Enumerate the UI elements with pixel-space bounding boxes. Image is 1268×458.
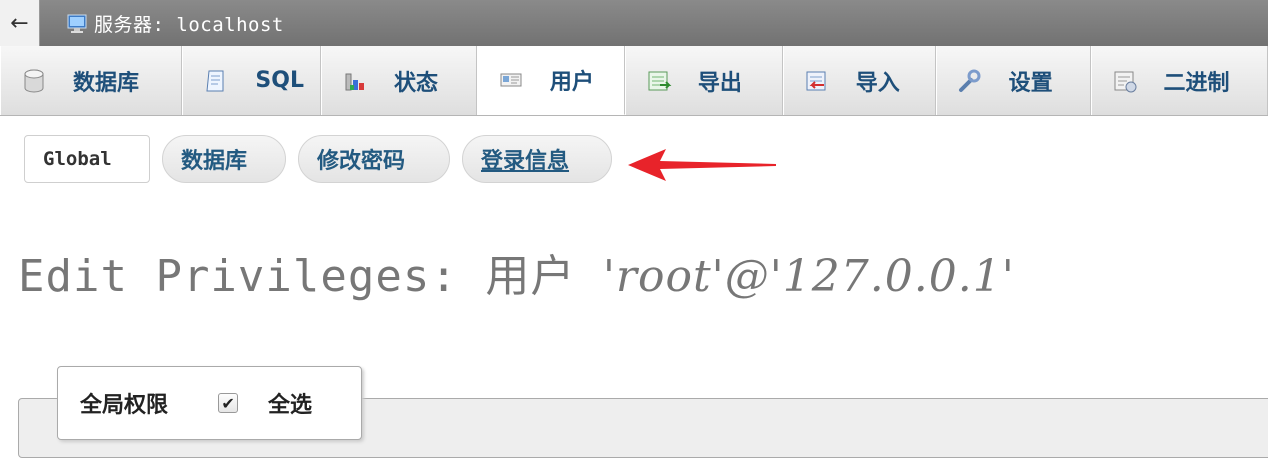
tab-status[interactable]: 状态	[320, 46, 477, 115]
tab-label: 导入	[855, 70, 900, 96]
page-title-prefix: Edit Privileges: 用户	[18, 251, 603, 302]
status-chart-icon	[345, 73, 364, 90]
database-icon	[24, 69, 44, 92]
tab-label: 状态	[393, 70, 438, 96]
tab-binary-log[interactable]: 二进制	[1090, 46, 1268, 115]
title-bar: ← 服务器: localhost	[0, 0, 1268, 46]
server-icon	[67, 14, 87, 33]
subtab-global[interactable]: Global	[24, 135, 150, 183]
tab-sql[interactable]: SQL	[182, 46, 321, 115]
window-title: 服务器: localhost	[94, 13, 284, 36]
users-icon	[500, 73, 522, 87]
check-all-label[interactable]: 全选	[268, 387, 312, 419]
tab-import[interactable]: 导入	[782, 46, 936, 115]
tab-settings[interactable]: 设置	[935, 46, 1091, 115]
red-arrow-icon	[628, 149, 776, 181]
tab-label: SQL	[255, 68, 304, 93]
subtab-change-password[interactable]: 修改密码	[298, 135, 450, 183]
check-all-checkbox[interactable]: ✔	[218, 393, 239, 413]
privilege-subtabs: Global 数据库 修改密码 登录信息	[24, 135, 612, 183]
tab-export[interactable]: 导出	[624, 46, 783, 115]
binlog-icon	[1114, 71, 1137, 92]
global-privileges-legend: 全局权限 ✔ 全选	[57, 366, 362, 440]
tab-label: 设置	[1008, 70, 1053, 96]
back-arrow-icon[interactable]: ←	[0, 0, 40, 46]
legend-title: 全局权限	[80, 393, 169, 418]
user-host-name: 'root'@'127.0.0.1'	[602, 251, 1015, 302]
subtab-label: 登录信息	[481, 149, 570, 174]
subtab-login-information[interactable]: 登录信息	[462, 135, 612, 183]
tab-label: 导出	[697, 70, 742, 96]
tab-databases[interactable]: 数据库	[0, 46, 183, 115]
subtab-label: Global	[43, 148, 112, 170]
tab-label: 数据库	[73, 70, 140, 96]
tab-label: 用户	[549, 70, 594, 95]
subtab-label: 修改密码	[317, 149, 406, 174]
page-title: Edit Privileges: 用户 'root'@'127.0.0.1'	[18, 240, 1015, 304]
wrench-icon	[958, 69, 981, 92]
export-icon	[648, 71, 672, 90]
subtab-database[interactable]: 数据库	[162, 135, 286, 183]
subtab-label: 数据库	[181, 149, 248, 174]
main-tab-bar: 数据库 SQL 状态 用户 导出 导入 设置 二进制	[0, 46, 1268, 116]
tab-users[interactable]: 用户	[476, 46, 625, 115]
import-icon	[806, 71, 826, 90]
sql-icon	[206, 70, 224, 91]
tab-label: 二进制	[1163, 70, 1230, 96]
